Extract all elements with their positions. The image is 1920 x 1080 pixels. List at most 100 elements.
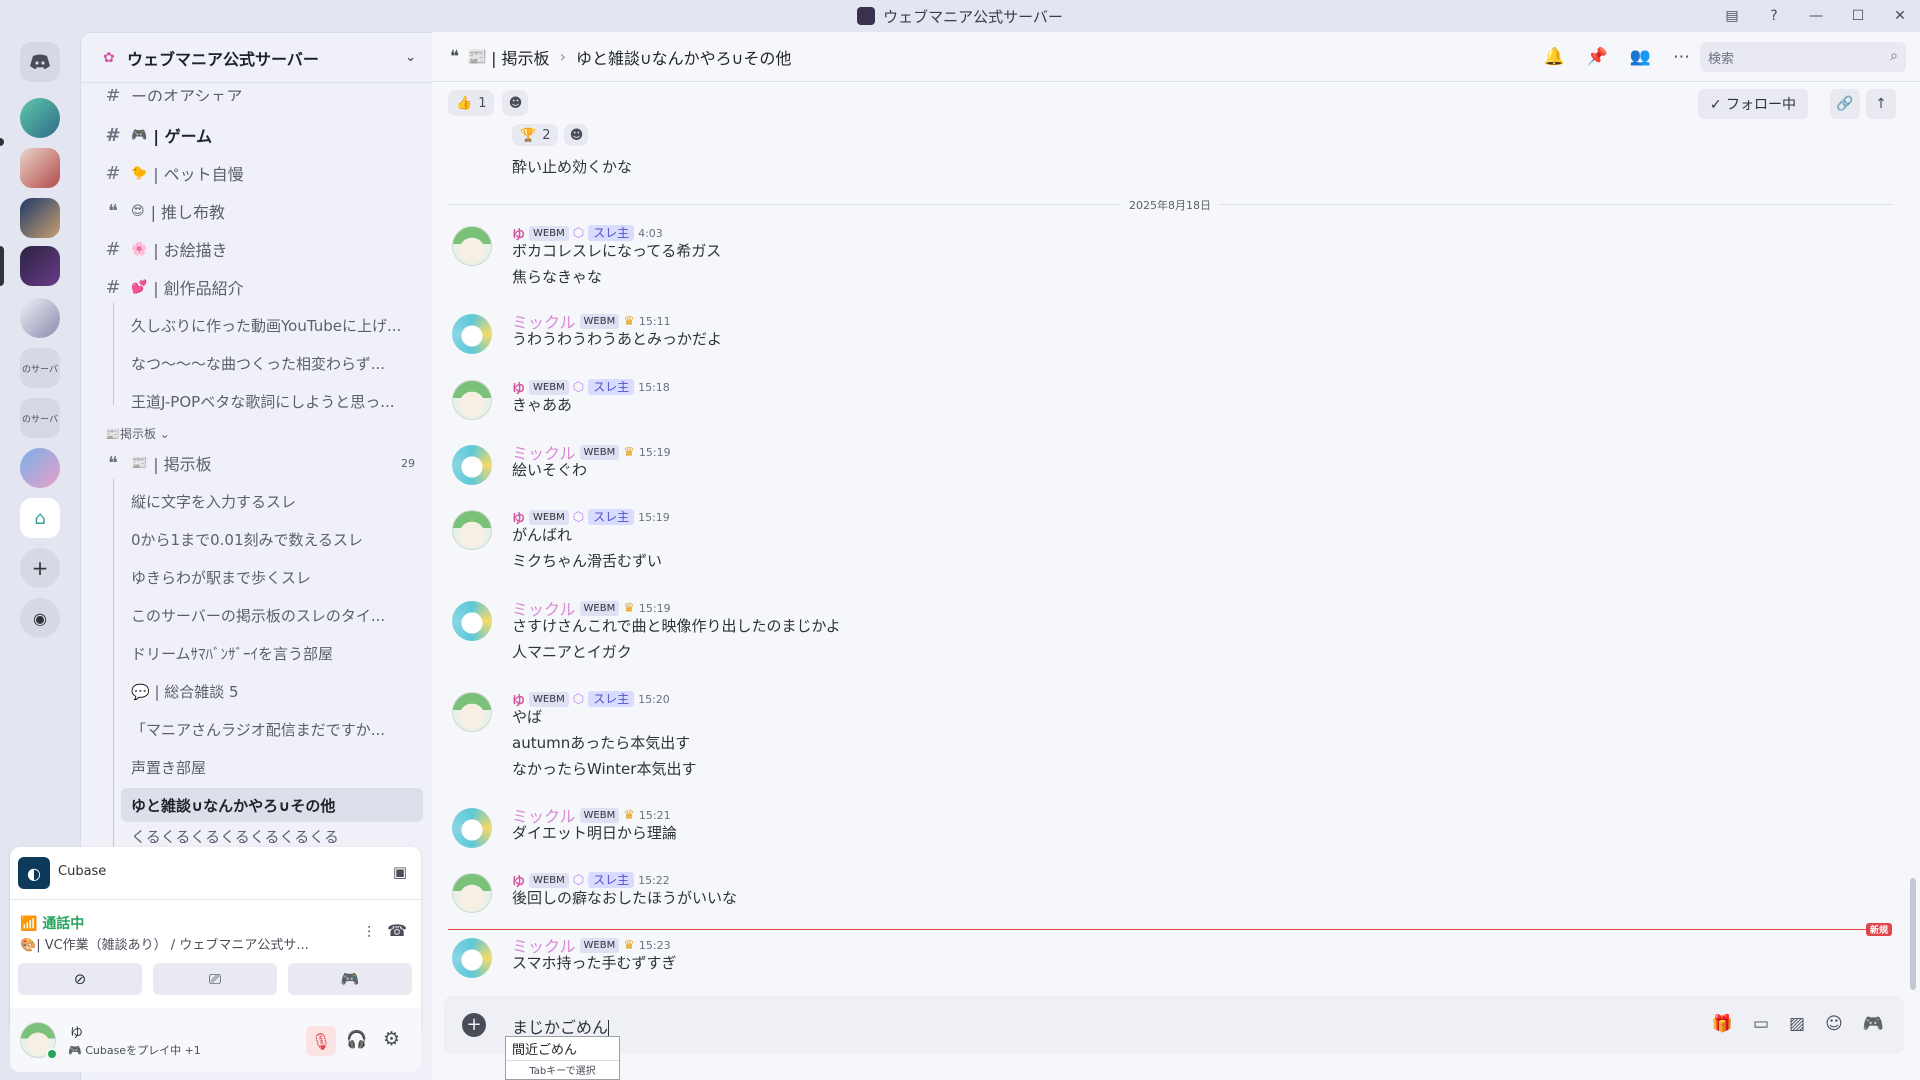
channel-partial[interactable]: # ーのオアシェア [89, 89, 425, 101]
thread-item[interactable]: なつ〜〜〜な曲つくった相変わらず... [131, 346, 431, 380]
minimize-button[interactable]: — [1806, 6, 1826, 26]
thread-item[interactable]: 王道J-POPベタな歌詞にしようと思っ... [131, 384, 431, 418]
channel-forum[interactable]: ❝ 📰 | 掲示板 29 [89, 446, 425, 480]
inbox-icon[interactable]: ▤ [1722, 6, 1742, 26]
server-tag[interactable]: WEBM [529, 225, 569, 241]
disconnect-icon[interactable]: ☎ [387, 921, 407, 940]
breadcrumb-forum[interactable]: | 掲示板 [491, 45, 549, 69]
channel-drawing[interactable]: # 🌸 | お絵描き [89, 232, 425, 266]
server-tag[interactable]: WEBM [579, 313, 620, 329]
category-forum[interactable]: 📰掲示板 ⌄ [105, 425, 170, 442]
server-tag[interactable]: WEBM [579, 600, 620, 616]
thread-item[interactable]: 久しぶりに作った動画YouTubeに上げ... [131, 308, 431, 342]
avatar[interactable] [452, 692, 492, 732]
server-icon-3[interactable] [20, 198, 60, 238]
gift-icon[interactable]: 🎁 [1712, 1014, 1733, 1034]
channel-game[interactable]: # 🎮 | ゲーム [89, 118, 425, 152]
thread-item[interactable]: ゆきらわが駅まで歩くスレ [131, 560, 431, 594]
server-icon-4[interactable] [20, 298, 60, 338]
settings-gear-icon[interactable]: ⚙ [383, 1028, 400, 1050]
server-folder-1[interactable]: のサーバ [20, 348, 60, 388]
reaction-chip[interactable]: 🏆 2 [512, 124, 559, 146]
message-text: がんばれ [512, 526, 573, 544]
server-icon-6[interactable]: ⌂ [20, 498, 60, 538]
emoji-icon[interactable]: ☺ [1825, 1014, 1843, 1034]
message-text: さすけさんこれで曲と映像作り出したのまじかよ [512, 617, 841, 635]
thread-item[interactable]: ドリームｻﾏﾊﾞﾝｻﾞｰｲを言う部屋 [131, 636, 431, 670]
add-server-icon[interactable]: + [20, 548, 60, 588]
apps-icon[interactable]: 🎮 [1863, 1014, 1884, 1034]
link-button[interactable]: 🔗 [1830, 89, 1860, 119]
activity-button[interactable]: 🎮 [288, 963, 412, 995]
avatar[interactable] [452, 938, 492, 978]
camera-off-button[interactable]: ⊘ [18, 963, 142, 995]
server-tag[interactable]: WEBM [579, 937, 620, 953]
server-tag[interactable]: WEBM [529, 509, 569, 525]
sticker-icon[interactable]: ▨ [1789, 1014, 1805, 1034]
server-name: ウェブマニア公式サーバー [127, 49, 319, 69]
avatar[interactable] [452, 873, 492, 913]
more-icon[interactable]: ⋯ [1673, 47, 1690, 67]
thread-item[interactable]: くるくるくるくるくるくるくる [131, 826, 431, 844]
add-reaction-button[interactable]: ☻ [564, 124, 589, 146]
avatar[interactable] [452, 445, 492, 485]
jump-top-button[interactable]: ↑ [1866, 89, 1896, 119]
server-icon-2[interactable] [20, 148, 60, 188]
voice-channel[interactable]: 🎨| VC作業（雑談あり） / ウェブマニア公式サ... [20, 934, 340, 953]
reaction-chip[interactable]: 👍 1 [448, 90, 495, 116]
server-tag[interactable]: WEBM [579, 807, 620, 823]
message-composer[interactable]: + まじかごめん 🎁 ▭ ▨ ☺ 🎮 [444, 996, 1904, 1054]
thread-item[interactable]: 0から1まで0.01刻みで数えるスレ [131, 522, 431, 556]
server-header[interactable]: ✿ ウェブマニア公式サーバー ⌄ [81, 33, 432, 83]
add-attachment-icon[interactable]: + [462, 1013, 486, 1037]
thread-item-selected[interactable]: ゆと雑談∪なんかやろ∪その他 [121, 788, 423, 822]
maximize-button[interactable]: ☐ [1848, 6, 1868, 26]
discord-home-icon[interactable] [20, 42, 60, 82]
avatar[interactable] [452, 380, 492, 420]
avatar[interactable] [452, 601, 492, 641]
gif-icon[interactable]: ▭ [1753, 1014, 1769, 1034]
server-icon-5[interactable] [20, 448, 60, 488]
message-input[interactable]: まじかごめん [512, 1014, 610, 1038]
bell-icon[interactable]: 🔔 [1543, 47, 1564, 67]
pin-icon[interactable]: 📌 [1587, 47, 1608, 67]
close-button[interactable]: ✕ [1890, 6, 1910, 26]
thread-item[interactable]: 声置き部屋 [131, 750, 431, 784]
add-reaction-button[interactable]: ☻ [502, 90, 529, 116]
stream-icon[interactable]: ▣ [393, 863, 407, 881]
server-folder-2[interactable]: のサーバ [20, 398, 60, 438]
server-tag[interactable]: WEBM [529, 379, 569, 395]
server-tag[interactable]: WEBM [529, 691, 569, 707]
members-icon[interactable]: 👥 [1630, 47, 1651, 67]
server-tag[interactable]: WEBM [529, 872, 569, 888]
avatar[interactable] [452, 510, 492, 550]
mute-button[interactable]: 🎙 [306, 1026, 336, 1056]
scrollbar[interactable] [1910, 878, 1916, 990]
mic-muted-icon: 🎙 [310, 1031, 332, 1051]
message-meta: ミックル WEBM ♛ 15:23 [512, 937, 671, 956]
forum-channel-icon: ❝ [108, 452, 118, 474]
search-input[interactable]: 検索 ⌕ [1700, 42, 1906, 72]
channel-pets[interactable]: # 🐤 | ペット自慢 [89, 156, 425, 190]
server-tag[interactable]: WEBM [579, 444, 620, 460]
help-icon[interactable]: ? [1764, 6, 1784, 26]
follow-button[interactable]: ✓ フォロー中 [1697, 89, 1808, 119]
thread-item[interactable]: このサーバーの掲示板のスレのタイ... [131, 598, 431, 632]
noise-suppression-icon[interactable]: ⫶ [367, 923, 371, 943]
ime-candidate[interactable]: 間近ごめん [506, 1037, 619, 1061]
channel-oshi[interactable]: ❝ 😍 | 推し布教 [89, 194, 425, 228]
discover-icon[interactable]: ◉ [20, 598, 60, 638]
date-divider: 2025年8月18日 [448, 197, 1892, 213]
server-icon-1[interactable] [20, 98, 60, 138]
gamepad-icon: 🎮 [68, 1044, 82, 1057]
headphones-icon[interactable]: 🎧 [346, 1030, 367, 1050]
avatar[interactable] [452, 808, 492, 848]
thread-item[interactable]: 「マニアさんラジオ配信まだですか... [131, 712, 431, 746]
channel-works[interactable]: # 💕 | 創作品紹介 [89, 270, 425, 304]
screen-share-button[interactable]: ⎚ [153, 963, 277, 995]
thread-item[interactable]: 縦に文字を入力するスレ [131, 484, 431, 518]
avatar[interactable] [452, 226, 492, 266]
avatar[interactable] [452, 314, 492, 354]
server-icon-active[interactable] [20, 246, 60, 286]
thread-item[interactable]: 💬 | 総合雑談 5 [131, 674, 431, 708]
